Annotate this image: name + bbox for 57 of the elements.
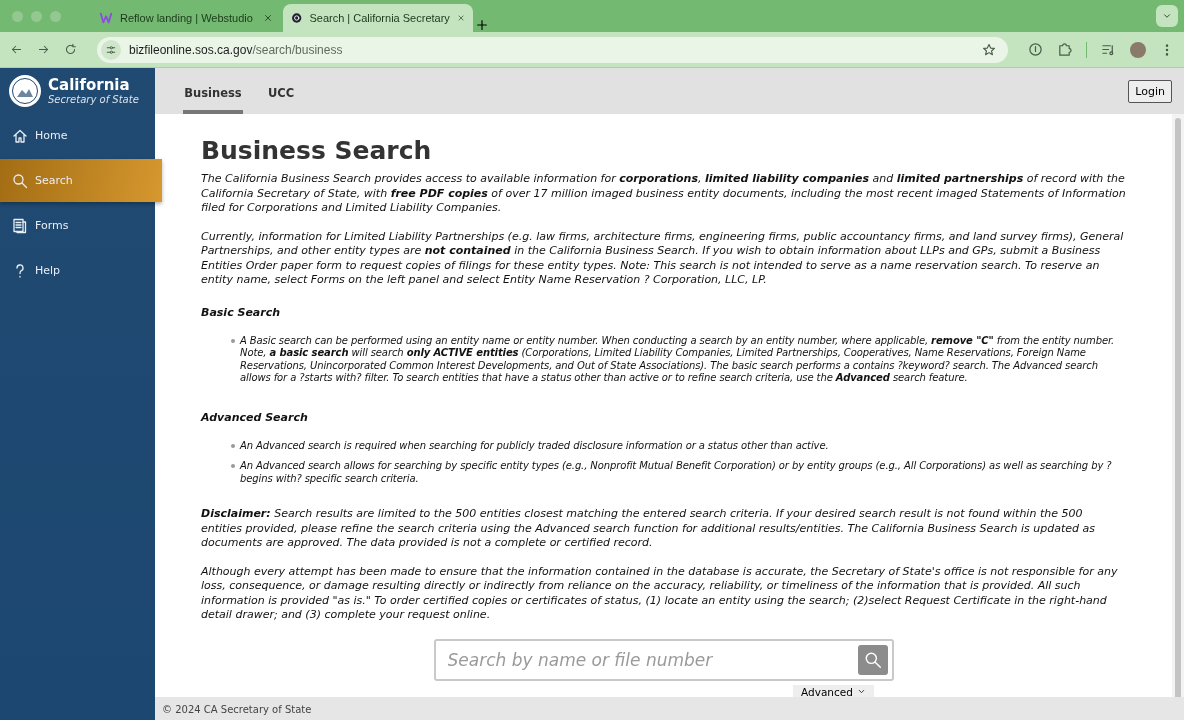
page-title: Business Search [201, 136, 433, 165]
forward-icon [37, 43, 50, 56]
paragraph: Disclaimer: Search results are limited to the 500 entities closest matching the entered search criteria. If your desired search result is not found within the 500 entities provided, please refine the search criteria using the Advanced search function for additional results/entities. The California Business Search is updated as documents are approved. The data provided is not a complete or certified record. [201, 507, 1096, 551]
chevron-down-icon [856, 687, 866, 696]
password-manager-icon [1028, 42, 1043, 57]
window-control[interactable] [31, 10, 42, 22]
nav-item[interactable]: Home [0, 114, 155, 157]
paragraph: Currently, information for Limited Liability Partnerships (e.g. law firms, architecture firms, engineering firms, public accountancy firms, and land survey firms), General Partnerships, and other entity types are not contained in the California Business Search. If you wish to obtain information about LLPs and GPs, submit a Business Entities Order paper form to request copies of filings for these entity types. Note: This search is not intended to serve as a name reservation search. To reserve an entity name, select Forms on the left panel and select Entity Name Reservation ? Corporation, LLC, LP. [201, 229, 1125, 288]
tab-title: Search | California Secretary [309, 12, 450, 24]
paragraph: Although every attempt has been made to ensure that the information contained in the database is accurate, the Secretary of State's office is not responsible for any loss, consequence, or damage resulting directly or indirectly from reliance on the accuracy, reliability, or timeliness of the information that is provided. All such information is provided "as is." To order certified copies or certificates of status, (1) locate an entity using the search; (2)select Request Certificate in the right-hand detail drawer; and (3) complete your request online. [201, 564, 1119, 623]
nav-item[interactable]: Forms [0, 204, 155, 247]
bullet-icon [231, 464, 235, 468]
window-control[interactable] [50, 10, 61, 22]
search-field[interactable]: Search by name or file number [433, 638, 894, 681]
reload-icon [64, 43, 77, 56]
search-icon [12, 172, 28, 189]
footer-text: © 2024 CA Secretary of State [162, 703, 312, 715]
playlist-icon [1101, 42, 1116, 57]
bullet-text: An Advanced search allows for searching by specific entity types (e.g., Nonprofit Mutual Benefit Corporation) or by entity groups (e.g., All Corporations) as well as searching by ?begins with? specific search criteria. [240, 460, 1113, 485]
nav-item[interactable]: Help [0, 249, 155, 292]
advanced-toggle[interactable]: Advanced [793, 684, 874, 699]
tab-title: Reflow landing | Webstudio [120, 12, 254, 24]
paragraph: The California Business Search provides access to available information for corporations, limited liability companies and limited partnerships of record with the California Secretary of State, with free PDF copies of over 17 million imaged business entity documents, including the most recent imaged Statements of Information filed for Corporations and Limited Liability Companies. [201, 172, 1126, 216]
w-logo-icon [99, 11, 113, 25]
close-icon [263, 13, 273, 23]
tab-list-button[interactable] [1156, 5, 1178, 27]
page-tab[interactable]: UCC [251, 86, 311, 114]
scrollbar[interactable] [1172, 114, 1184, 697]
document-icon [12, 217, 28, 234]
bullet-text: An Advanced search is required when searching for publicly traded disclosure information or a status other than active. [240, 439, 829, 452]
window-control[interactable] [12, 10, 23, 22]
star-icon [982, 42, 996, 57]
logo-subtitle: Secretary of State [48, 94, 139, 105]
chevron-down-icon [1162, 11, 1172, 21]
back-icon [10, 43, 23, 56]
state-seal-icon [8, 74, 42, 108]
home-icon [12, 127, 28, 144]
sliders-icon [105, 43, 117, 56]
url-text: bizfileonline.sos.ca.gov/search/business [129, 42, 344, 57]
globe-icon [291, 11, 303, 25]
logo-title: California [48, 77, 131, 94]
browser-tab[interactable]: Reflow landing | Webstudio [91, 4, 281, 32]
login-button[interactable]: Login [1128, 80, 1172, 103]
profile-avatar[interactable] [1130, 41, 1146, 58]
browser-tab[interactable]: Search | California Secretary [283, 4, 473, 32]
close-icon [456, 13, 465, 23]
section-heading: Basic Search [201, 305, 282, 319]
new-tab-icon [475, 18, 489, 32]
bullet-icon [231, 338, 235, 343]
bullet-text: A Basic search can be performed using an entity name or entity number. When conducting a search by an entity number, where applicable, remove "C" from the entity number. Note, a basic search will search only ACTIVE entities (Corporations, Limited Liability Companies, Limited Partnerships, Cooperatives, Name Reservations, Foreign Name Reservations, Unincorporated Common Interest Developments, and Out of State Associations). The basic search performs a contains ?keyword? search. The Advanced search allows for a ?starts with? filter. To search entities that have a status other than active or to refine search criteria, use the Advanced search feature. [240, 334, 1116, 385]
section-heading: Advanced Search [201, 410, 309, 424]
bullet-icon [231, 443, 235, 448]
site-settings-icon[interactable] [101, 39, 121, 60]
search-icon [863, 650, 882, 669]
page-tab[interactable]: Business [183, 86, 243, 114]
puzzle-icon [1057, 42, 1072, 57]
address-bar[interactable]: bizfileonline.sos.ca.gov/search/business [97, 36, 1008, 63]
